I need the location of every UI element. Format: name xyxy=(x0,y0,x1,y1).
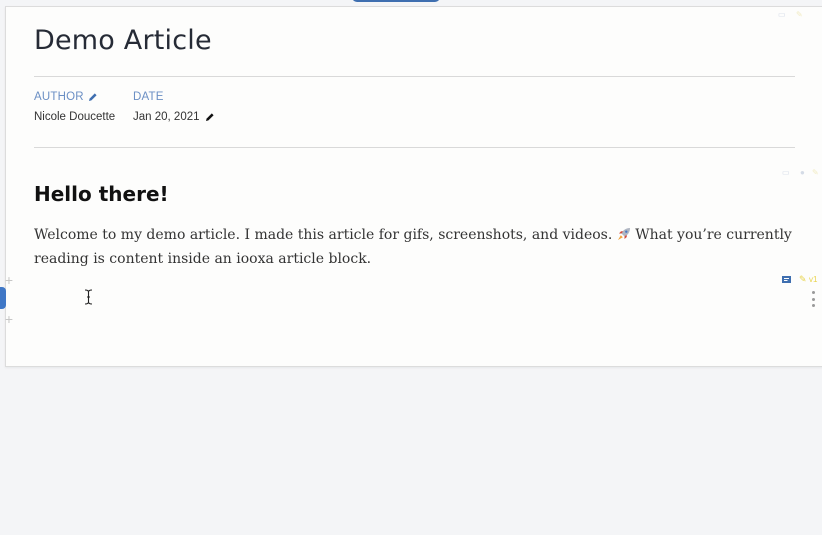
pencil-icon[interactable]: ✎ xyxy=(799,275,807,284)
comment-icon[interactable] xyxy=(782,276,791,284)
divider xyxy=(34,76,795,77)
version-badge[interactable]: v1 xyxy=(809,275,817,284)
article-card: ▭ ✎ Demo Article AUTHOR Nicole Doucette … xyxy=(5,6,822,367)
date-field[interactable]: Jan 20, 2021 xyxy=(133,111,215,123)
more-vertical-icon[interactable] xyxy=(810,291,816,307)
comment-icon[interactable]: ▭ xyxy=(778,11,786,19)
block-heading[interactable]: Hello there! xyxy=(34,182,169,206)
author-label: AUTHOR xyxy=(34,91,98,103)
top-tab-indicator[interactable] xyxy=(352,0,440,2)
pencil-icon[interactable] xyxy=(205,112,215,122)
divider xyxy=(34,147,795,148)
article-title[interactable]: Demo Article xyxy=(34,25,212,56)
check-circle-icon[interactable]: ● xyxy=(800,169,805,177)
add-block-above-icon[interactable]: + xyxy=(3,273,15,287)
date-value: Jan 20, 2021 xyxy=(133,111,200,123)
text-cursor-icon xyxy=(84,289,93,305)
add-block-below-icon[interactable]: + xyxy=(3,312,15,326)
block-paragraph[interactable]: Welcome to my demo article. I made this … xyxy=(34,223,804,271)
rocket-icon xyxy=(617,228,630,240)
date-label: DATE xyxy=(133,91,164,103)
pencil-icon[interactable]: ✎ xyxy=(812,169,819,177)
pencil-icon[interactable]: ✎ xyxy=(796,11,803,19)
author-value[interactable]: Nicole Doucette xyxy=(34,111,115,123)
comment-icon[interactable]: ▭ xyxy=(782,169,790,177)
block-drag-handle[interactable] xyxy=(0,287,6,309)
pencil-icon[interactable] xyxy=(88,92,98,102)
